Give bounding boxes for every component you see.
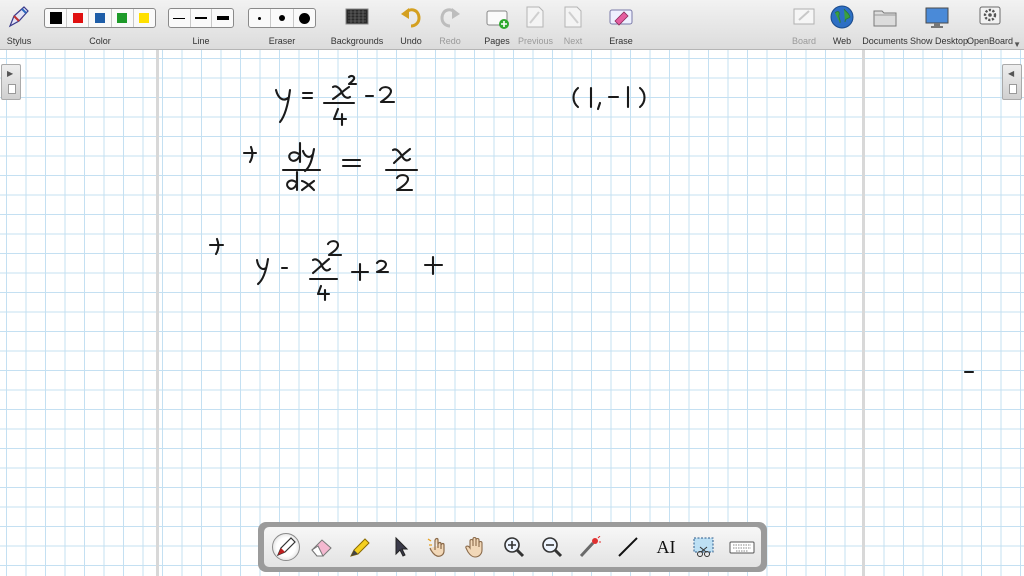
handwriting-layer: [208, 74, 975, 374]
web-button[interactable]: Web: [828, 2, 856, 48]
globe-icon: [830, 5, 854, 29]
stylus-label: Stylus: [6, 36, 32, 46]
marker-tool-button[interactable]: [346, 533, 374, 561]
line-icon: [618, 537, 638, 557]
handwriting-line-2: [242, 141, 419, 192]
line-tool-button[interactable]: [614, 533, 642, 561]
pen-icon: [276, 537, 296, 557]
line-label: Line: [192, 36, 210, 46]
line-thick[interactable]: [212, 9, 233, 27]
documents-button[interactable]: Documents: [862, 2, 908, 48]
erase-button[interactable]: Erase: [604, 2, 638, 48]
keyboard-icon: [729, 541, 755, 554]
selector-tool-button[interactable]: [386, 533, 414, 561]
play-icon: [427, 537, 445, 557]
zoom-in-tool-button[interactable]: [500, 533, 528, 561]
backgrounds-label: Backgrounds: [330, 36, 384, 46]
show-desktop-label: Show Desktop: [910, 36, 969, 46]
text-tool-button[interactable]: AI: [652, 533, 680, 561]
color-green[interactable]: [112, 9, 134, 27]
hand-icon: [465, 536, 483, 558]
color-blue[interactable]: [89, 9, 112, 27]
folder-icon: [873, 10, 897, 27]
board-icon: [793, 8, 815, 25]
laser-pointer-tool-button[interactable]: [576, 533, 604, 561]
pen-tool-button[interactable]: [272, 533, 300, 561]
openboard-label: OpenBoard: [966, 36, 1014, 46]
previous-page-button[interactable]: Previous: [518, 2, 554, 48]
handwriting-line-1: [274, 74, 396, 127]
selector-icon: [395, 536, 409, 557]
documents-label: Documents: [862, 36, 908, 46]
eraser-group: Eraser: [248, 2, 316, 48]
next-page-icon: [564, 6, 582, 28]
pages-add-icon: [486, 10, 509, 29]
redo-button[interactable]: Redo: [435, 2, 465, 48]
stylus-icon: [8, 6, 29, 28]
eraser-small[interactable]: [249, 9, 272, 27]
color-yellow[interactable]: [134, 9, 155, 27]
color-palette: [44, 8, 156, 28]
stylus-button[interactable]: Stylus: [2, 2, 36, 48]
previous-page-icon: [526, 6, 544, 28]
web-label: Web: [832, 36, 852, 46]
capture-icon: [693, 537, 714, 557]
gear-icon: [979, 6, 1001, 25]
line-group: Line: [168, 2, 234, 48]
pages-button[interactable]: Pages: [482, 2, 512, 48]
undo-icon: [401, 8, 421, 28]
eraser-icon: [311, 539, 332, 557]
board-label: Board: [791, 36, 817, 46]
eraser-medium[interactable]: [271, 9, 294, 27]
board-button[interactable]: Board: [788, 2, 820, 48]
hand-tool-button[interactable]: [462, 533, 490, 561]
capture-tool-button[interactable]: [690, 533, 718, 561]
eraser-size-selector: [248, 8, 316, 28]
eraser-label: Eraser: [268, 36, 296, 46]
tool-dock-inner: AI: [264, 527, 761, 567]
collapse-toolbar-icon[interactable]: ▼: [1013, 40, 1021, 49]
line-thin[interactable]: [169, 9, 191, 27]
undo-label: Undo: [400, 36, 422, 46]
zoom-out-icon: [542, 537, 563, 558]
eraser-tool-button[interactable]: [308, 533, 336, 561]
zoom-out-tool-button[interactable]: [538, 533, 566, 561]
keyboard-tool-button[interactable]: [728, 533, 756, 561]
tool-dock: AI: [258, 522, 767, 572]
erase-label: Erase: [609, 36, 633, 46]
handwriting-line-3: [208, 237, 444, 302]
backgrounds-icon: [345, 8, 369, 25]
line-medium[interactable]: [191, 9, 213, 27]
show-desktop-button[interactable]: Show Desktop: [910, 2, 969, 48]
redo-label: Redo: [439, 36, 461, 46]
undo-button[interactable]: Undo: [396, 2, 426, 48]
pages-label: Pages: [484, 36, 510, 46]
top-toolbar: Stylus Color Line Eraser Backgrounds Und…: [0, 0, 1024, 50]
marker-icon: [350, 538, 370, 557]
backgrounds-button[interactable]: Backgrounds: [330, 2, 384, 48]
zoom-in-icon: [504, 537, 525, 558]
line-width-selector: [168, 8, 234, 28]
color-red[interactable]: [67, 9, 90, 27]
text-icon: AI: [656, 536, 676, 557]
color-label: Color: [89, 36, 111, 46]
openboard-menu-button[interactable]: OpenBoard: [966, 2, 1014, 48]
desktop-monitor-icon: [925, 7, 949, 28]
erase-board-icon: [609, 9, 633, 26]
next-page-button[interactable]: Next: [558, 2, 588, 48]
redo-icon: [440, 8, 460, 28]
next-label: Next: [563, 36, 583, 46]
laser-pointer-icon: [579, 536, 601, 558]
color-group: Color: [44, 2, 156, 48]
play-tool-button[interactable]: [424, 533, 452, 561]
previous-label: Previous: [518, 36, 554, 46]
eraser-large[interactable]: [294, 9, 315, 27]
color-black[interactable]: [45, 9, 68, 27]
handwriting-point: [572, 85, 646, 111]
